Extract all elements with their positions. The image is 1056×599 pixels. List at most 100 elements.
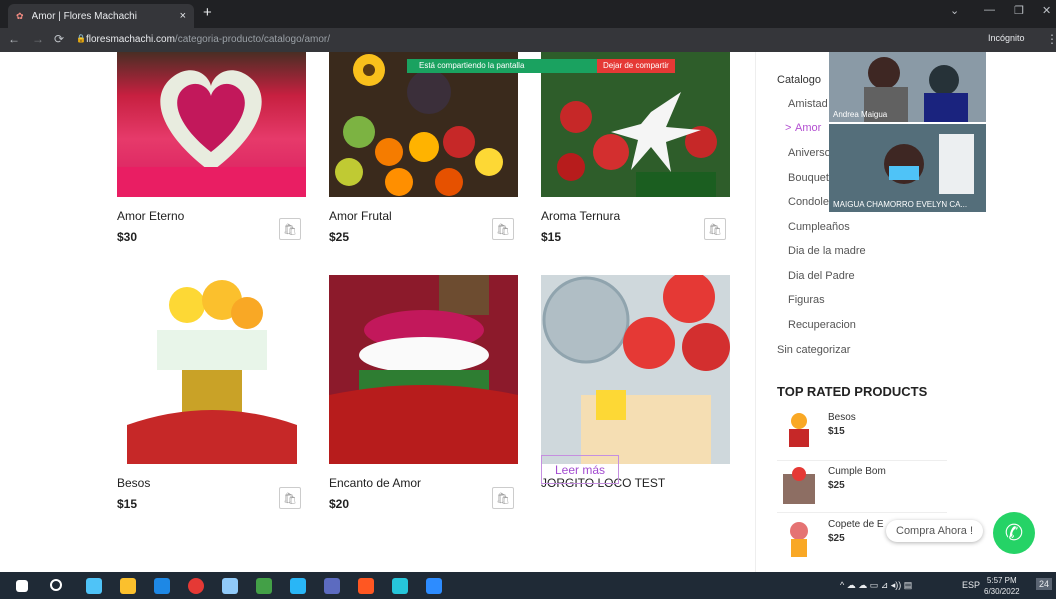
file-explorer-icon[interactable] <box>120 578 136 594</box>
category-sin-categorizar[interactable]: Sin categorizar <box>777 344 850 356</box>
top-rated-price: $25 <box>828 480 845 491</box>
reload-icon[interactable]: ⟳ <box>54 32 64 46</box>
add-to-cart-icon[interactable]: 🛍 <box>279 487 301 509</box>
top-rated-name[interactable]: Cumple Bom <box>828 466 886 477</box>
active-marker-icon: > <box>785 122 792 134</box>
product-image-besos[interactable] <box>117 275 306 464</box>
category-cumpleanos[interactable]: Cumpleaños <box>788 221 850 233</box>
category-catalogo[interactable]: Catalogo <box>777 74 821 86</box>
roses-chocolate-image <box>127 280 297 464</box>
leer-mas-button[interactable]: Leer más <box>541 455 619 484</box>
product-price: $30 <box>117 230 138 244</box>
add-to-cart-icon[interactable]: 🛍 <box>704 218 726 240</box>
incognito-label: Incógnito <box>988 33 1025 43</box>
web-page: Está compartiendo la pantalla Dejar de c… <box>0 52 1056 572</box>
lock-icon: 🔒 <box>76 34 86 43</box>
clock[interactable]: 5:57 PM 6/30/2022 <box>984 575 1020 597</box>
favicon-icon: ✿ <box>16 10 24 21</box>
clock-date: 6/30/2022 <box>984 587 1020 596</box>
zoom-icon[interactable] <box>426 578 442 594</box>
category-dia-del-padre[interactable]: Dia del Padre <box>788 270 855 282</box>
forward-icon[interactable]: → <box>32 32 44 46</box>
category-amistad[interactable]: Amistad <box>788 98 828 110</box>
top-rated-name[interactable]: Besos <box>828 412 856 423</box>
product-price: $20 <box>329 497 350 511</box>
video-tile-2[interactable]: MAIGUA CHAMORRO EVELYN CA... <box>829 124 986 212</box>
category-aniverso[interactable]: Aniverso <box>788 147 831 159</box>
clock-time: 5:57 PM <box>986 576 1017 585</box>
category-bouquet[interactable]: Bouquet <box>788 172 829 184</box>
divider <box>777 512 947 513</box>
product-image-amor-eterno[interactable] <box>117 52 306 197</box>
red-white-roses-image <box>329 275 518 464</box>
top-rated-price: $25 <box>828 533 845 544</box>
minimize-icon[interactable]: — <box>984 4 995 16</box>
tab-close-button[interactable]: × <box>180 10 186 22</box>
category-amor[interactable]: Amor <box>795 122 821 134</box>
category-recuperacion[interactable]: Recuperacion <box>788 319 856 331</box>
app-icon[interactable] <box>222 578 238 594</box>
add-to-cart-icon[interactable]: 🛍 <box>492 218 514 240</box>
tab-title: Amor | Flores Machachi <box>31 10 137 22</box>
divider <box>777 460 947 461</box>
browser-tab-bar: ✿ Amor | Flores Machachi × + ⌄ — ❐ ✕ <box>0 0 1056 28</box>
search-icon[interactable] <box>50 579 62 591</box>
whatsapp-icon[interactable]: ✆ <box>993 512 1035 554</box>
back-icon[interactable]: ← <box>8 32 20 46</box>
product-name[interactable]: Amor Frutal <box>329 209 392 223</box>
top-rated-name[interactable]: Copete de E <box>828 519 884 530</box>
balloons-image <box>542 275 730 464</box>
notification-icon[interactable]: 24 <box>1036 578 1053 590</box>
category-figuras[interactable]: Figuras <box>788 294 825 306</box>
mail-icon[interactable] <box>290 578 306 594</box>
tray-icons[interactable]: ^ ☁ ☁ ▭ ⊿ ◂)) ▤ <box>840 580 912 591</box>
top-rated-price: $15 <box>828 426 845 437</box>
app-icon[interactable] <box>324 578 340 594</box>
url-host: floresmachachi.com <box>86 34 175 45</box>
category-dia-de-la-madre[interactable]: Dia de la madre <box>788 245 866 257</box>
windows-start-icon[interactable] <box>16 580 28 592</box>
heart-roses-image <box>117 70 306 197</box>
top-rated-thumb[interactable] <box>779 409 819 453</box>
product-name[interactable]: Aroma Ternura <box>541 209 620 223</box>
language-indicator[interactable]: ESP <box>962 580 980 590</box>
product-price: $15 <box>541 230 562 244</box>
roses-lilies-image <box>557 92 717 197</box>
product-name[interactable]: Encanto de Amor <box>329 476 421 490</box>
app-icon[interactable] <box>86 578 102 594</box>
app-icon[interactable] <box>256 578 272 594</box>
url-field[interactable]: floresmachachi.com/categoria-producto/ca… <box>86 34 330 45</box>
compra-ahora-label[interactable]: Compra Ahora ! <box>886 520 984 542</box>
sharing-text: Está compartiendo la pantalla <box>407 59 597 73</box>
product-name[interactable]: Besos <box>117 476 150 490</box>
top-rated-thumb[interactable] <box>779 517 819 561</box>
url-path: /categoria-producto/catalogo/amor/ <box>174 34 331 45</box>
category-condole[interactable]: Condole <box>788 196 829 208</box>
product-image-jorgito-loco-test[interactable] <box>541 275 730 464</box>
word-icon[interactable] <box>154 578 170 594</box>
screen-share-bar: Está compartiendo la pantalla Dejar de c… <box>407 59 675 73</box>
menu-icon[interactable]: ⋮ <box>1046 32 1056 46</box>
video-tile-1[interactable]: Andrea Maigua <box>829 52 986 122</box>
address-bar: ← → ⟳ 🔒 floresmachachi.com/categoria-pro… <box>0 28 1056 52</box>
restore-icon[interactable]: ❐ <box>1014 4 1024 17</box>
add-to-cart-icon[interactable]: 🛍 <box>492 487 514 509</box>
photos-icon[interactable] <box>392 578 408 594</box>
top-rated-thumb[interactable] <box>779 464 819 508</box>
chrome-icon[interactable] <box>188 578 204 594</box>
product-image-amor-frutal[interactable] <box>329 52 518 197</box>
stop-sharing-button[interactable]: Dejar de compartir <box>597 59 675 73</box>
browser-tab[interactable]: ✿ Amor | Flores Machachi × <box>8 4 194 28</box>
product-image-aroma-ternura[interactable] <box>541 52 730 197</box>
product-name[interactable]: Amor Eterno <box>117 209 184 223</box>
product-price: $15 <box>117 497 138 511</box>
product-image-encanto-de-amor[interactable] <box>329 275 518 464</box>
taskbar: ^ ☁ ☁ ▭ ⊿ ◂)) ▤ ESP 5:57 PM 6/30/2022 24 <box>0 572 1056 599</box>
new-tab-button[interactable]: + <box>203 5 212 21</box>
participant-name: Andrea Maigua <box>833 110 888 119</box>
close-window-icon[interactable]: ✕ <box>1042 4 1051 17</box>
product-price: $25 <box>329 230 350 244</box>
brave-icon[interactable] <box>358 578 374 594</box>
add-to-cart-icon[interactable]: 🛍 <box>279 218 301 240</box>
tab-search-icon[interactable]: ⌄ <box>950 4 959 17</box>
